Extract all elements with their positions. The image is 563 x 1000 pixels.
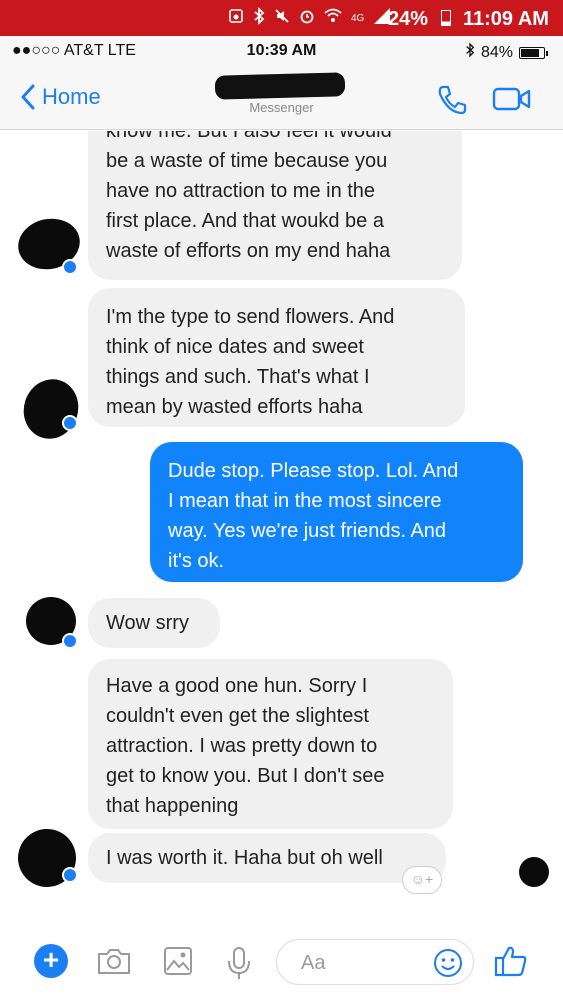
composer-bar: + Aa [0,928,563,1000]
header-subtitle: Messenger [249,100,314,115]
ios-status-bar: ●●○○○ AT&T LTE 10:39 AM 84% [0,36,563,66]
message-line: mean by wasted efforts haha [106,396,363,418]
received-message[interactable]: I was worth it. Haha but oh well [88,833,446,883]
alarm-clock-icon [299,8,315,28]
bluetooth-icon [465,42,475,63]
emoji-icon[interactable] [433,948,463,983]
read-receipt-avatar [519,857,549,887]
message-line: waste of efforts on my end haha [106,240,391,262]
verified-icon [62,415,78,431]
alarm-icon [228,8,244,28]
android-status-bar: 4G 24% 11:09 AM [0,0,563,36]
message-line: I'm the type to send flowers. And [106,306,395,328]
microphone-icon[interactable] [226,946,252,985]
message-line: that happening [106,795,239,817]
add-reaction-icon[interactable]: ☺+ [402,866,442,894]
message-line: Dude stop. Please stop. Lol. And [168,460,459,482]
message-line: first place. And that woukd be a [106,210,384,232]
verified-icon [62,259,78,275]
received-message[interactable]: I'm the type to send flowers. And think … [88,288,465,427]
mute-icon [274,8,290,28]
message-line: attraction. I was pretty down to [106,735,378,757]
received-message[interactable]: know me. But I also feel it would be a w… [88,131,462,280]
ios-status-right: 84% [465,42,548,63]
message-line: get to know you. But I don't see [106,765,385,787]
message-line: know me. But I also feel it would [106,131,392,142]
message-thread[interactable]: know me. But I also feel it would be a w… [0,131,563,928]
conversation-header: Home Messenger [0,66,563,130]
avatar[interactable] [8,819,86,897]
wifi-icon [324,8,342,28]
message-line: I was worth it. Haha but oh well [106,847,383,869]
android-battery-percent: 24% [388,8,429,30]
battery-icon [519,46,548,59]
message-line: Have a good one hun. Sorry I [106,675,368,697]
message-line: Wow srry [106,612,189,634]
message-line: couldn't even get the slightest [106,705,369,727]
sent-message[interactable]: Dude stop. Please stop. Lol. And I mean … [150,442,523,582]
message-line: I mean that in the most sincere [168,490,442,512]
received-message[interactable]: Have a good one hun. Sorry I couldn't ev… [88,659,453,829]
battery-icon [441,10,451,26]
bluetooth-icon [253,6,265,29]
gallery-icon[interactable] [163,946,193,981]
camera-icon[interactable] [96,946,132,981]
android-status-icons: 4G [228,6,391,29]
message-line: think of nice dates and sweet [106,336,364,358]
verified-icon [62,867,78,883]
received-message[interactable]: Wow srry [88,598,220,648]
network-type-label: 4G [351,12,365,24]
message-line: it's ok. [168,550,225,572]
avatar[interactable] [16,372,86,446]
plus-icon[interactable]: + [34,944,68,978]
contact-name-redacted[interactable] [214,72,346,100]
message-input-placeholder: Aa [301,952,326,974]
message-line: things and such. That's what I [106,366,370,388]
phone-icon[interactable] [436,84,468,121]
verified-icon [62,633,78,649]
android-clock: 11:09 AM [463,8,549,30]
message-line: way. Yes we're just friends. And [168,520,447,542]
message-line: have no attraction to me in the [106,180,376,202]
video-icon[interactable] [492,86,532,117]
thumbs-up-icon[interactable] [493,944,529,983]
ios-battery-percent: 84% [480,43,513,61]
message-input[interactable]: Aa [276,939,474,985]
message-line: be a waste of time because you [106,150,388,172]
